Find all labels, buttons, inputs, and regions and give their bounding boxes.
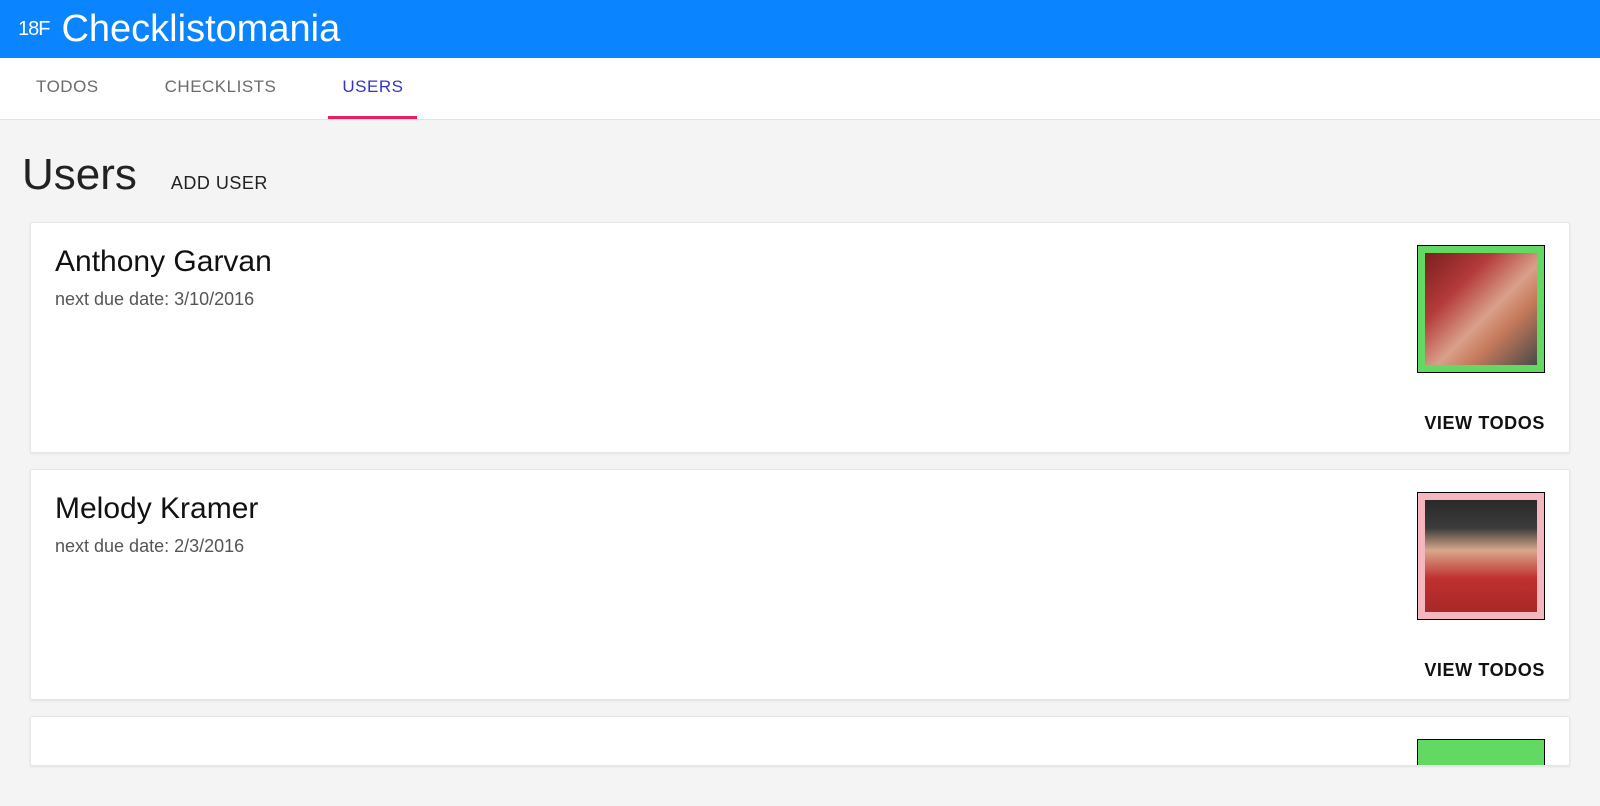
avatar — [1417, 739, 1545, 766]
tab-users[interactable]: USERS — [328, 57, 417, 119]
page-title: Users — [22, 150, 137, 200]
card-actions: VIEW TODOS — [55, 660, 1545, 689]
app-title: Checklistomania — [61, 0, 340, 58]
user-info: Melody Kramer next due date: 2/3/2016 — [55, 492, 258, 557]
user-name: Melody Kramer — [55, 492, 258, 526]
view-todos-button[interactable]: VIEW TODOS — [1424, 413, 1545, 434]
avatar-image — [1425, 253, 1537, 365]
user-card: Anthony Garvan next due date: 3/10/2016 … — [30, 222, 1570, 453]
user-due-date: next due date: 3/10/2016 — [55, 289, 272, 310]
due-prefix: next due date: — [55, 536, 174, 556]
user-card: Melody Kramer next due date: 2/3/2016 VI… — [30, 469, 1570, 700]
view-todos-button[interactable]: VIEW TODOS — [1424, 660, 1545, 681]
user-card — [30, 716, 1570, 766]
avatar-image — [1425, 747, 1537, 766]
user-card-list: Anthony Garvan next due date: 3/10/2016 … — [0, 222, 1600, 806]
user-card-top: Melody Kramer next due date: 2/3/2016 — [55, 492, 1545, 620]
avatar — [1417, 492, 1545, 620]
due-value: 3/10/2016 — [174, 289, 254, 309]
user-name: Anthony Garvan — [55, 245, 272, 279]
avatar-image — [1425, 500, 1537, 612]
avatar — [1417, 245, 1545, 373]
app-header: 18F Checklistomania — [0, 0, 1600, 58]
user-info: Anthony Garvan next due date: 3/10/2016 — [55, 245, 272, 310]
add-user-button[interactable]: ADD USER — [171, 173, 268, 194]
tab-bar: TODOS CHECKLISTS USERS — [0, 58, 1600, 120]
user-card-top: Anthony Garvan next due date: 3/10/2016 — [55, 245, 1545, 373]
due-prefix: next due date: — [55, 289, 174, 309]
tab-checklists[interactable]: CHECKLISTS — [151, 57, 291, 119]
tab-todos[interactable]: TODOS — [22, 57, 113, 119]
user-due-date: next due date: 2/3/2016 — [55, 536, 258, 557]
page-heading-row: Users ADD USER — [0, 120, 1600, 222]
user-card-top — [55, 739, 1545, 766]
logo-18f: 18F — [18, 18, 49, 41]
due-value: 2/3/2016 — [174, 536, 244, 556]
card-actions: VIEW TODOS — [55, 413, 1545, 442]
